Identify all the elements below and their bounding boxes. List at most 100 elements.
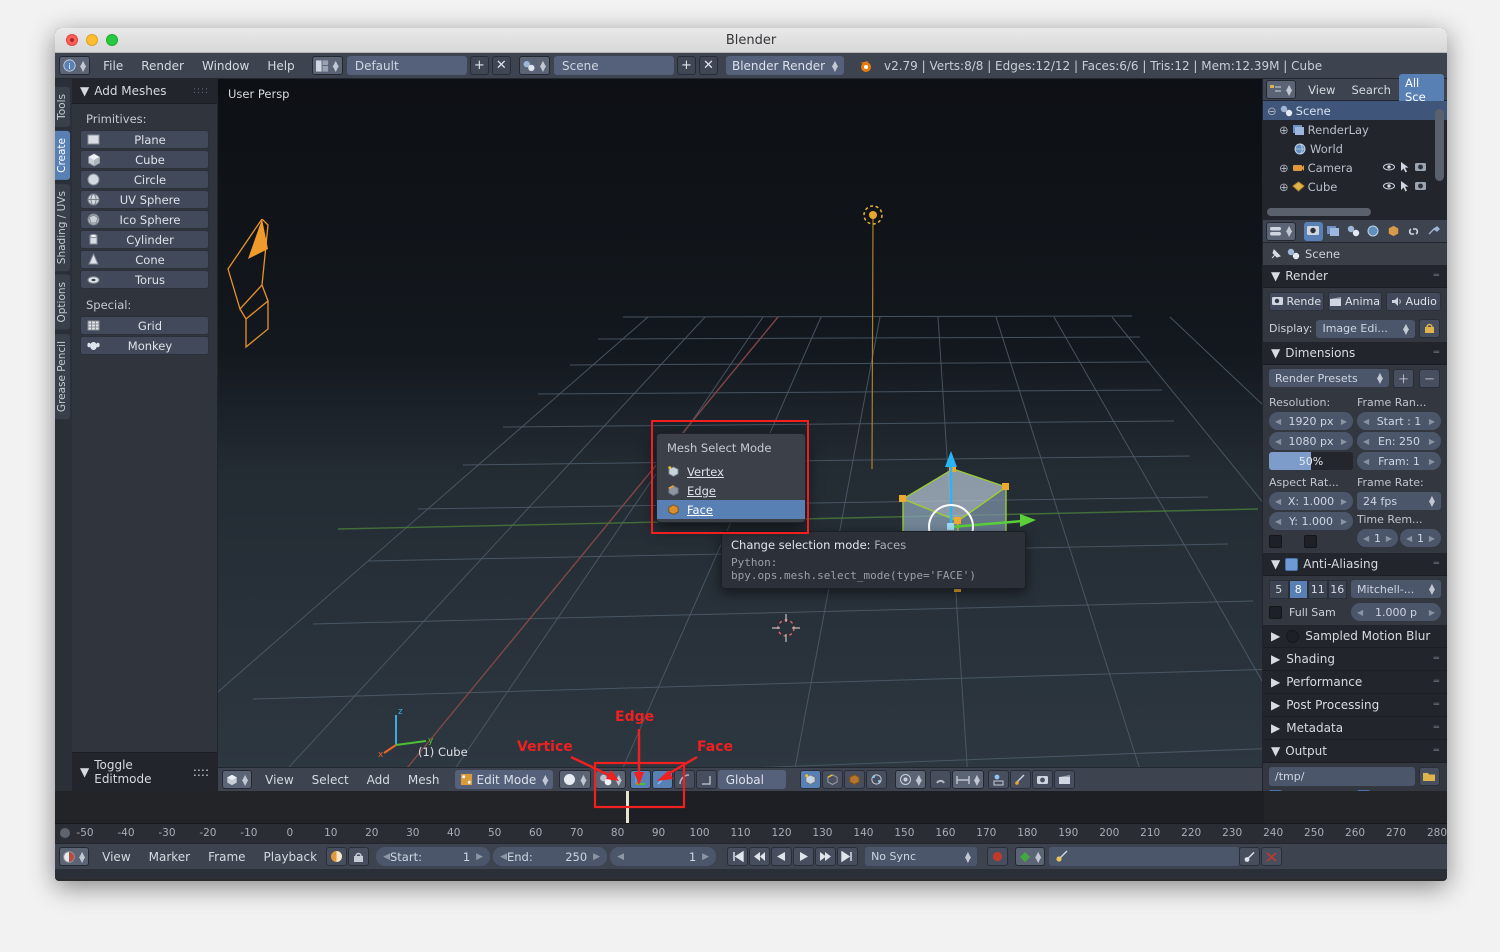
aa-samples-16-button[interactable]: 16 <box>1327 580 1347 599</box>
right-arrow-icon[interactable]: ▶ <box>1341 417 1347 426</box>
add-cone-button[interactable]: Cone <box>80 250 209 269</box>
filter-size-field[interactable]: ◀ 1.000 p ▶ <box>1351 603 1441 621</box>
output-path-field[interactable]: /tmp/ <box>1269 767 1415 786</box>
editor-type-3dview-button[interactable]: ▲ ▼ <box>222 770 253 789</box>
outliner-row-cube[interactable]: ⊕ Cube <box>1263 177 1447 196</box>
left-arrow-icon[interactable]: ◀ <box>1406 534 1412 543</box>
add-screen-layout-button[interactable]: + <box>469 56 489 75</box>
delete-screen-layout-button[interactable]: ✕ <box>491 56 511 75</box>
render-image-button[interactable]: Rende <box>1269 292 1324 311</box>
toggle-editmode-panel-header[interactable]: ▼ Toggle Editmode :::: <box>72 752 217 791</box>
left-arrow-icon[interactable]: ◀ <box>617 852 624 862</box>
expand-icon[interactable]: ⊕ <box>1279 161 1289 175</box>
right-arrow-icon[interactable]: ▶ <box>593 852 600 862</box>
toolshelf-tab-tools[interactable]: Tools <box>55 87 70 127</box>
border-checkbox[interactable] <box>1269 535 1282 548</box>
properties-tab-scene[interactable] <box>1344 222 1363 241</box>
add-circle-button[interactable]: Circle <box>80 170 209 189</box>
toolshelf-tab-options[interactable]: Options <box>55 274 70 330</box>
limit-selection-visible-button[interactable] <box>865 770 887 789</box>
record-button[interactable] <box>987 847 1009 866</box>
frame-start-field[interactable]: ◀ Start: 1 ▶ <box>376 847 491 866</box>
right-arrow-icon[interactable]: ▶ <box>1429 417 1435 426</box>
right-arrow-icon[interactable]: ▶ <box>702 852 709 862</box>
properties-tab-render-layers[interactable] <box>1324 222 1343 241</box>
transform-orientation-dropdown[interactable]: Global <box>717 770 786 789</box>
browse-folder-button[interactable] <box>1419 767 1440 786</box>
right-arrow-icon[interactable]: ▶ <box>476 852 483 862</box>
left-arrow-icon[interactable]: ◀ <box>383 852 390 862</box>
cursor-arrow-icon[interactable] <box>1400 181 1410 192</box>
scene-icon-button[interactable]: ▲ ▼ <box>518 56 550 75</box>
edge-select-mode-button[interactable] <box>821 770 843 789</box>
outliner-row-scene[interactable]: ⊖ Scene <box>1263 101 1447 120</box>
aa-samples-8-button[interactable]: 8 <box>1288 580 1308 599</box>
keying-set-field[interactable] <box>1049 847 1240 866</box>
resolution-percentage-slider[interactable]: 50% <box>1269 452 1353 470</box>
menu-file[interactable]: File <box>94 57 132 75</box>
outliner-vertical-scrollbar[interactable] <box>1435 109 1444 181</box>
add-plane-button[interactable]: Plane <box>80 130 209 149</box>
viewport-shading-dropdown[interactable]: ▲ ▼ <box>559 770 591 789</box>
cube-object-editmode[interactable] <box>838 409 1058 649</box>
opengl-render-animation-button[interactable] <box>1054 770 1076 789</box>
editor-type-properties-button[interactable]: ▲ ▼ <box>1266 221 1297 241</box>
performance-section-header[interactable]: ▶ Performance ═ <box>1263 671 1447 694</box>
translate-manipulator-button[interactable] <box>651 770 673 789</box>
previous-keyframe-button[interactable] <box>749 847 771 866</box>
interaction-mode-dropdown[interactable]: Edit Mode ▲ ▼ <box>454 770 554 789</box>
render-animation-button[interactable]: Anima <box>1327 292 1383 311</box>
add-cube-button[interactable]: Cube <box>80 150 209 169</box>
properties-tab-modifiers[interactable] <box>1424 222 1443 241</box>
play-button[interactable] <box>793 847 815 866</box>
aspect-y-field[interactable]: ◀ Y: 1.000 ▶ <box>1269 512 1353 530</box>
cursor-arrow-icon[interactable] <box>1400 162 1410 173</box>
crop-checkbox[interactable] <box>1304 535 1317 548</box>
add-torus-button[interactable]: Torus <box>80 270 209 289</box>
sync-mode-dropdown[interactable]: No Sync ▲ ▼ <box>865 847 978 866</box>
left-arrow-icon[interactable]: ◀ <box>1363 457 1369 466</box>
render-camera-icon[interactable] <box>1415 181 1427 191</box>
add-grid-button[interactable]: Grid <box>80 316 209 335</box>
add-cylinder-button[interactable]: Cylinder <box>80 230 209 249</box>
left-arrow-icon[interactable]: ◀ <box>1275 437 1281 446</box>
face-select-mode-button[interactable] <box>843 770 865 789</box>
jump-to-end-button[interactable] <box>837 847 859 866</box>
properties-tab-world[interactable] <box>1364 222 1383 241</box>
left-arrow-icon[interactable]: ◀ <box>1275 517 1281 526</box>
delete-scene-button[interactable]: ✕ <box>698 56 718 75</box>
outliner-menu-search[interactable]: Search <box>1343 82 1399 98</box>
resolution-x-field[interactable]: ◀ 1920 px ▶ <box>1269 412 1353 430</box>
proportional-editing-dropdown[interactable]: ▲ ▼ <box>894 770 926 789</box>
add-ico-sphere-button[interactable]: Ico Sphere <box>80 210 209 229</box>
jump-to-start-button[interactable] <box>727 847 749 866</box>
left-arrow-icon[interactable]: ◀ <box>1363 417 1369 426</box>
scene-field[interactable]: Scene <box>553 56 674 75</box>
properties-tab-object[interactable] <box>1384 222 1403 241</box>
aa-samples-5-button[interactable]: 5 <box>1269 580 1289 599</box>
frame-step-field[interactable]: ◀ Fram: 1 ▶ <box>1357 452 1441 470</box>
add-preset-button[interactable]: ＋ <box>1393 369 1414 388</box>
shading-section-header[interactable]: ▶ Shading ═ <box>1263 648 1447 671</box>
anti-aliasing-checkbox[interactable] <box>1285 557 1299 571</box>
snap-element-dropdown[interactable]: ▲ ▼ <box>951 770 985 789</box>
menu-help[interactable]: Help <box>258 57 303 75</box>
aa-filter-dropdown[interactable]: Mitchell-... ▲ ▼ <box>1351 580 1441 598</box>
outliner-menu-view[interactable]: View <box>1300 82 1343 98</box>
current-frame-field[interactable]: ◀ 1 ▶ <box>610 847 717 866</box>
full-sample-checkbox[interactable] <box>1269 605 1282 619</box>
right-arrow-icon[interactable]: ▶ <box>1341 437 1347 446</box>
keying-set-dropdown[interactable]: ▲ ▼ <box>1015 847 1046 866</box>
toolshelf-tab-shading-uvs[interactable]: Shading / UVs <box>55 183 70 271</box>
editor-type-info-button[interactable]: i ▲ ▼ <box>59 56 91 75</box>
outliner-row-cube-icons[interactable] <box>1383 181 1447 192</box>
opengl-render-image-button[interactable] <box>1032 770 1054 789</box>
snap-target-button[interactable] <box>988 770 1010 789</box>
auto-keyframe-button[interactable] <box>326 847 348 866</box>
camera-object-wireframe[interactable] <box>218 219 278 359</box>
add-scene-button[interactable]: + <box>676 56 696 75</box>
aa-samples-11-button[interactable]: 11 <box>1308 580 1328 599</box>
pivot-point-dropdown[interactable]: ▲ ▼ <box>594 770 626 789</box>
outliner-row-world[interactable]: World <box>1263 139 1447 158</box>
menu-render[interactable]: Render <box>132 57 193 75</box>
